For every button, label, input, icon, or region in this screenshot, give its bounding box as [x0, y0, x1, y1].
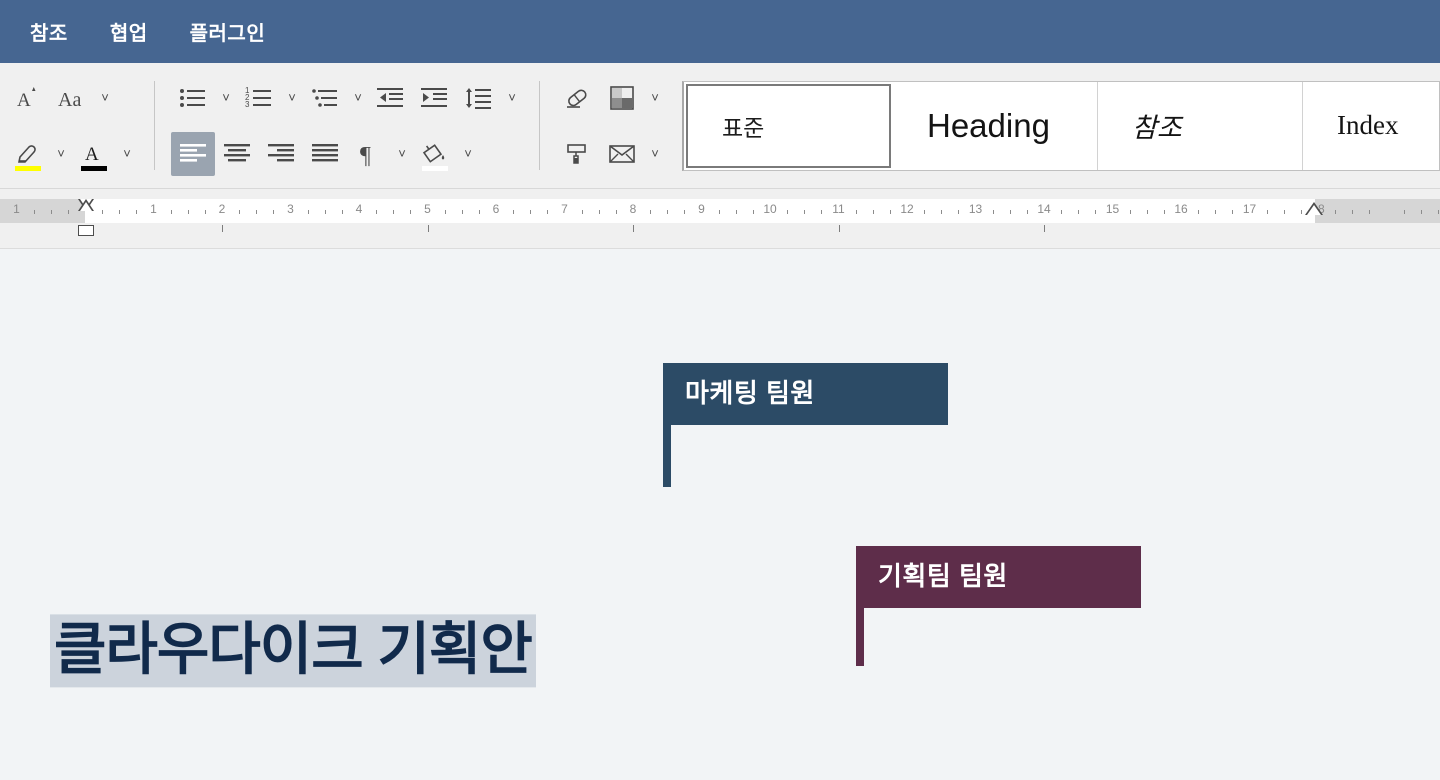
text-highlight-icon[interactable]	[6, 132, 50, 176]
line-spacing-icon[interactable]	[457, 76, 501, 120]
collaborator-cursor-marketing: 마케팅 팀원	[663, 363, 948, 425]
style-heading[interactable]: Heading	[893, 81, 1098, 170]
document-title[interactable]: 클라우다이크 기획안	[50, 614, 536, 688]
mail-merge-envelope-icon[interactable]	[600, 132, 644, 176]
align-left-icon[interactable]	[171, 131, 215, 176]
menu-bar: 참조 협업 플러그인	[0, 0, 1440, 63]
menu-item-reference[interactable]: 참조	[12, 11, 86, 52]
change-case-icon[interactable]: Aa	[50, 76, 94, 120]
paragraph-marks-icon[interactable]: ¶	[347, 132, 391, 176]
style-normal-label: 표준	[722, 114, 765, 141]
align-right-icon[interactable]	[259, 132, 303, 176]
shading-fill-icon[interactable]	[413, 132, 457, 176]
highlight-color-swatch	[15, 165, 41, 171]
style-reference[interactable]: 참조	[1098, 81, 1303, 170]
font-tool-group: A Aa ˅ ˅ A ˅	[0, 63, 144, 188]
chevron-down-icon[interactable]: ˅	[457, 132, 479, 176]
svg-text:A: A	[17, 90, 31, 111]
chevron-down-icon[interactable]: ˅	[116, 132, 138, 176]
toolbar-divider	[154, 81, 155, 170]
style-normal[interactable]: 표준	[686, 83, 891, 168]
font-color-icon[interactable]: A	[72, 132, 116, 176]
svg-text:A: A	[85, 144, 99, 165]
collaborator-caret-planning	[856, 608, 864, 666]
toolbar-divider	[539, 81, 540, 170]
collaborator-caret-marketing	[663, 425, 671, 487]
ruler[interactable]: 1 1 2 3 4 5 6 7 8 9 10 11 12 13 14 15 16 17 18	[0, 189, 1440, 249]
align-justify-icon[interactable]	[303, 132, 347, 176]
collaborator-cursor-planning: 기획팀 팀원	[856, 546, 1141, 608]
style-index[interactable]: Index	[1303, 81, 1439, 170]
menu-item-plugins[interactable]: 플러그인	[172, 11, 284, 52]
paragraph-tool-group: ˅ 1 2 3 ˅ ˅ ˅ ¶ ˅ ˅	[165, 63, 529, 188]
numbered-list-icon[interactable]: 1 2 3	[237, 76, 281, 120]
collaborator-label-marketing: 마케팅 팀원	[685, 378, 815, 408]
style-reference-label: 참조	[1132, 113, 1182, 143]
chevron-down-icon[interactable]: ˅	[347, 76, 369, 120]
tools-tool-group: ˅ ˅	[550, 63, 672, 188]
multilevel-list-icon[interactable]	[303, 76, 347, 120]
style-index-label: Index	[1337, 110, 1399, 140]
chevron-down-icon[interactable]: ˅	[644, 76, 666, 120]
formatting-toolbar: A Aa ˅ ˅ A ˅ ˅ 1 2 3 ˅ ˅ ˅ ¶ ˅ ˅ ˅ ˅ 표준 …	[0, 63, 1440, 189]
chevron-down-icon[interactable]: ˅	[94, 76, 116, 120]
chevron-down-icon[interactable]: ˅	[644, 132, 666, 176]
font-color-swatch	[81, 165, 107, 171]
chevron-down-icon[interactable]: ˅	[281, 76, 303, 120]
shading-color-swatch	[422, 165, 448, 171]
bullet-list-icon[interactable]	[171, 76, 215, 120]
align-center-icon[interactable]	[215, 132, 259, 176]
right-indent-marker[interactable]	[1305, 202, 1323, 215]
collaborator-label-planning: 기획팀 팀원	[878, 561, 1008, 591]
borders-icon[interactable]	[600, 76, 644, 120]
menu-item-collaboration[interactable]: 협업	[92, 11, 166, 52]
svg-text:¶: ¶	[360, 143, 371, 167]
chevron-down-icon[interactable]: ˅	[50, 132, 72, 176]
chevron-down-icon[interactable]: ˅	[215, 76, 237, 120]
clear-formatting-eraser-icon[interactable]	[556, 76, 600, 120]
style-gallery: 표준 Heading 참조 Index	[682, 80, 1440, 171]
style-heading-label: Heading	[927, 106, 1050, 144]
ruler-ticks: 1 1 2 3 4 5 6 7 8 9 10 11 12 13 14 15 16 17 18	[0, 199, 1440, 223]
decrease-indent-icon[interactable]	[369, 76, 413, 120]
document-canvas[interactable]: 클라우다이크 기획안 마케팅 팀원 기획팀 팀원 프로젝트 명 고객 만족도 향…	[0, 249, 1440, 780]
increase-font-size-icon[interactable]: A	[6, 76, 50, 120]
increase-indent-icon[interactable]	[413, 76, 457, 120]
svg-text:3: 3	[245, 100, 250, 109]
chevron-down-icon[interactable]: ˅	[391, 132, 413, 176]
svg-text:Aa: Aa	[58, 89, 81, 111]
chevron-down-icon[interactable]: ˅	[501, 76, 523, 120]
format-painter-icon[interactable]	[556, 132, 600, 176]
